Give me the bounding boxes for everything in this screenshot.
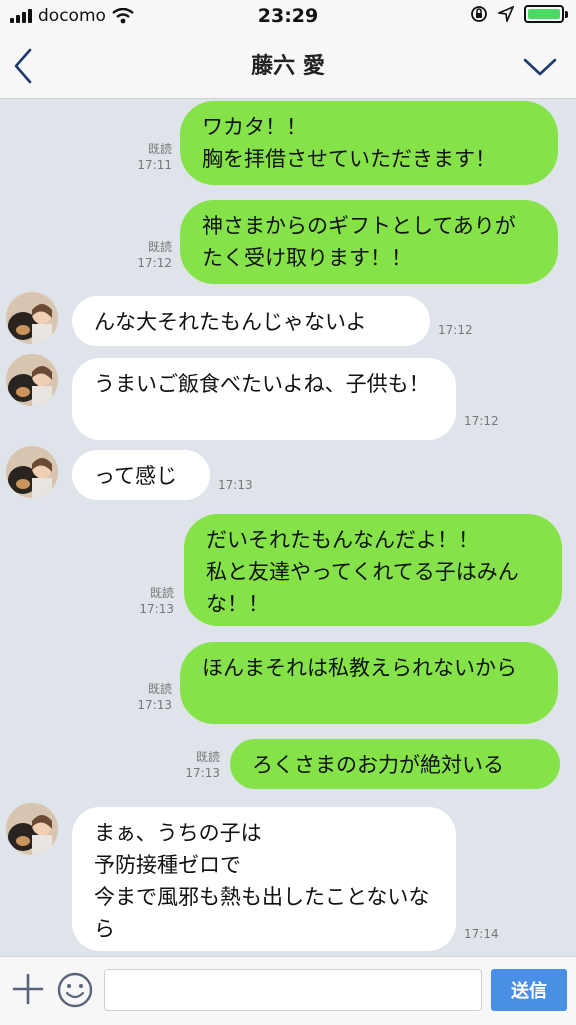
message-bubble-sent[interactable]: 神さまからのギフトとしてありがたく受け取ります！！ (180, 200, 558, 284)
input-bar: 送信 (0, 956, 576, 1025)
read-meta: 既読 17:13 (137, 682, 172, 712)
message-bubble-received[interactable]: んな大それたもんじゃないよ (72, 296, 430, 346)
message-bubble-sent[interactable]: ワカタ！！ 胸を拝借させていただきます！ (180, 101, 558, 185)
message-bubble-received[interactable]: うまいご飯食べたいよね、子供も！ (72, 358, 456, 440)
message-time: 17:14 (464, 927, 499, 941)
status-bar: docomo 23:29 (0, 0, 576, 32)
chevron-down-icon[interactable] (522, 54, 558, 80)
contact-avatar[interactable] (6, 292, 58, 344)
message-bubble-sent[interactable]: ほんまそれは私教えられないから (180, 642, 558, 724)
message-bubble-sent[interactable]: だいそれたもんなんだよ！！ 私と友達やってくれてる子はみんな！！ (184, 514, 562, 626)
message-time: 17:12 (438, 323, 473, 337)
chat-header: 藤六 愛 (0, 32, 576, 99)
message-bubble-received[interactable]: まぁ、うちの子は 予防接種ゼロで 今まで風邪も熱も出したことないなら (72, 807, 456, 951)
contact-avatar[interactable] (6, 803, 58, 855)
contact-avatar[interactable] (6, 354, 58, 406)
message-bubble-received[interactable]: って感じ (72, 450, 210, 500)
chat-title: 藤六 愛 (251, 54, 325, 79)
battery-icon (524, 5, 568, 23)
contact-avatar[interactable] (6, 446, 58, 498)
message-time: 17:13 (218, 478, 253, 492)
read-meta: 既読 17:13 (185, 750, 220, 780)
message-list[interactable]: 既読 17:11 ワカタ！！ 胸を拝借させていただきます！ 既読 17:12 神さま… (0, 99, 576, 955)
message-input[interactable] (104, 969, 482, 1011)
read-meta: 既読 17:12 (137, 240, 172, 270)
plus-icon[interactable] (10, 971, 46, 1007)
message-bubble-sent[interactable]: ろくさまのお力が絶対いる (230, 739, 560, 789)
message-time: 17:12 (464, 414, 499, 428)
read-meta: 既読 17:13 (139, 586, 174, 616)
read-meta: 既読 17:11 (137, 142, 172, 172)
emoji-icon[interactable] (56, 971, 94, 1009)
rotation-lock-icon (471, 6, 487, 22)
send-button[interactable]: 送信 (491, 969, 567, 1011)
location-icon (498, 6, 514, 22)
